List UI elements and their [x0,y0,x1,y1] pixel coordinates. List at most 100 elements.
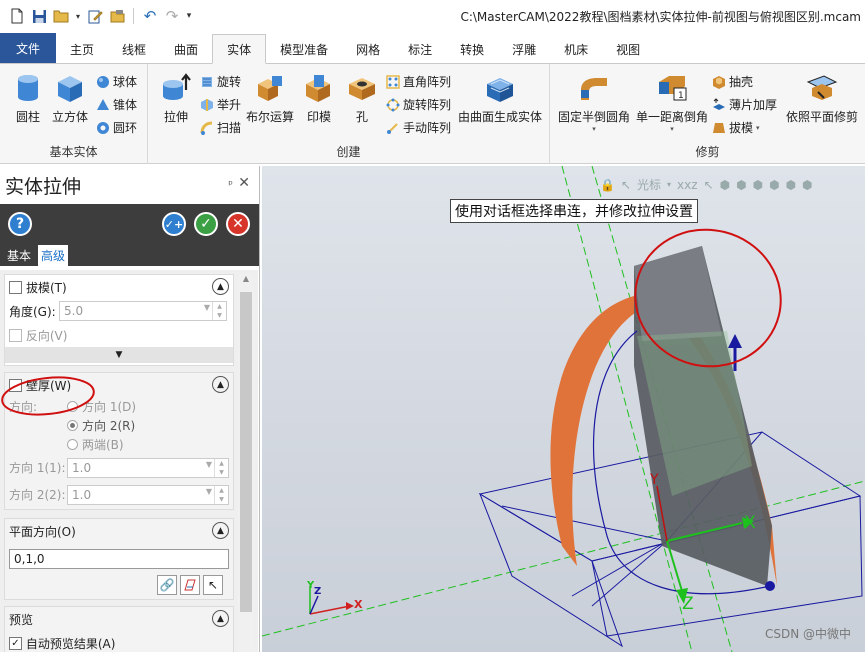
redo-icon[interactable]: ↷ [163,7,181,25]
chamfer-dropdown-icon[interactable]: ▾ [670,125,674,133]
triad-z-label: Z [314,586,322,597]
trim-plane-icon [806,75,838,100]
revolve-button[interactable]: 旋转 [200,73,241,90]
imprint-button[interactable]: 印模 [303,72,335,125]
dropdown-arrow-icon[interactable]: ▾ [74,7,82,25]
cursor-dropdown-icon[interactable]: ▾ [667,180,671,189]
cursor-mode-label[interactable]: 光标 [637,176,661,193]
loft-button[interactable]: 举升 [200,96,241,113]
folder-settings-icon[interactable] [108,7,126,25]
tab-model-prep[interactable]: 模型准备 [266,35,342,63]
cursor-icon[interactable]: ↖ [621,178,631,192]
fixed-fillet-button[interactable]: 固定半倒圆角 ▾ [558,72,630,133]
pin-icon[interactable]: ᵖ [228,178,233,191]
edit-icon[interactable] [86,7,104,25]
solid-filter-icon-3[interactable]: ⬢ [753,178,763,192]
help-button[interactable]: ? [8,212,32,236]
link-icon[interactable]: 🔗 [157,575,177,595]
tab-mesh[interactable]: 网格 [342,35,394,63]
collapse-wall-icon[interactable]: ▲ [212,376,229,393]
fillet-dropdown-icon[interactable]: ▾ [592,125,596,133]
solid-from-surface-button[interactable]: 由曲面生成实体 [458,72,542,125]
tab-transform[interactable]: 转换 [446,35,498,63]
rotary-array-icon [386,98,400,111]
boolean-button[interactable]: 布尔运算 [246,72,294,125]
sphere-button[interactable]: 球体 [96,73,137,90]
tab-drafting[interactable]: 标注 [394,35,446,63]
tab-surfaces[interactable]: 曲面 [160,35,212,63]
solid-filter-icon-1[interactable]: ⬢ [720,178,730,192]
triad-z-line [309,595,319,615]
tab-solids[interactable]: 实体 [212,34,267,64]
close-icon[interactable]: ✕ [238,175,250,191]
tab-machine[interactable]: 机床 [550,35,602,63]
tab-wireframe[interactable]: 线框 [108,35,160,63]
expand-draft-bar[interactable]: ▼ [5,347,233,363]
new-file-icon[interactable] [8,7,26,25]
extrude-button[interactable]: 拉伸 [160,72,192,125]
auto-preview-checkbox[interactable]: ✓ [9,636,22,650]
scroll-up-icon[interactable]: ▲ [238,274,254,290]
ok-and-create-button[interactable]: ✓+ [162,212,186,236]
reverse-checkbox[interactable] [9,328,22,342]
cone-button[interactable]: 锥体 [96,96,137,113]
collapse-preview-icon[interactable]: ▲ [212,610,229,627]
undo-icon[interactable]: ↶ [141,7,159,25]
solid-filter-icon-2[interactable]: ⬢ [736,178,746,192]
preview-section: 预览 ▲ ✓ 自动预览结果(A) [4,606,234,652]
angle-dropdown-icon[interactable]: ▼ [204,303,210,312]
hole-icon [349,78,375,100]
rotary-array-button[interactable]: 旋转阵列 [386,96,451,113]
open-folder-icon[interactable] [52,7,70,25]
ok-button[interactable]: ✓ [194,212,218,236]
draft-dropdown-icon[interactable]: ▾ [756,124,760,132]
draft-button[interactable]: 拔模 ▾ [712,119,760,136]
panel-scrollbar[interactable]: ▲ [238,274,254,652]
hole-button[interactable]: 孔 [346,72,378,125]
dir2-spinner-icon[interactable]: ▲ ▼ [214,486,228,504]
both-radio[interactable] [67,439,78,450]
tab-relief[interactable]: 浮雕 [498,35,550,63]
tab-basic[interactable]: 基本 [4,245,34,266]
lock-icon[interactable]: 🔒 [600,178,615,192]
solid-filter-icon-4[interactable]: ⬢ [769,178,779,192]
trim-to-plane-button[interactable]: 依照平面修剪 [786,72,858,125]
draft-checkbox[interactable] [9,280,22,294]
save-icon[interactable] [30,7,48,25]
select-cursor-icon[interactable]: ↖ [203,575,223,595]
plane-edit-icon[interactable] [180,575,200,595]
dir2-dropdown-icon[interactable]: ▼ [206,487,212,496]
collapse-plane-icon[interactable]: ▲ [212,522,229,539]
xyz-label[interactable]: xxz [677,178,698,192]
dir1-thickness-input[interactable]: 1.0 ▼ ▲ ▼ [67,458,229,478]
rect-array-button[interactable]: 直角阵列 [386,73,451,90]
cancel-button[interactable]: ✕ [226,212,250,236]
dir2-thickness-input[interactable]: 1.0 ▼ ▲ ▼ [67,485,229,505]
select-icon[interactable]: ↖ [704,178,714,192]
direction-arrow-head [728,334,742,348]
torus-button[interactable]: 圆环 [96,119,137,136]
cylinder-button[interactable]: 圆柱 [12,72,44,125]
draft-angle-input[interactable]: 5.0 ▼ ▲ ▼ [59,301,227,321]
scroll-thumb[interactable] [240,292,252,612]
dir1-dropdown-icon[interactable]: ▼ [206,460,212,469]
dir1-spinner-icon[interactable]: ▲ ▼ [214,459,228,477]
chamfer-button[interactable]: 1 单一距离倒角 ▾ [636,72,708,133]
tab-advanced[interactable]: 高级 [38,245,69,266]
solid-filter-icon-5[interactable]: ⬢ [786,178,796,192]
sweep-button[interactable]: 扫描 [200,119,241,136]
thicken-button[interactable]: 薄片加厚 [712,96,777,113]
plane-vector-input[interactable]: 0,1,0 [9,549,229,569]
manual-array-button[interactable]: 手动阵列 [386,119,451,136]
tab-file[interactable]: 文件 [0,33,57,63]
tab-home[interactable]: 主页 [56,35,108,63]
graphics-viewport[interactable]: 使用对话框选择串连，并修改拉伸设置 🔒 ↖ 光标 ▾ xxz ↖ ⬢ ⬢ ⬢ ⬢… [262,166,865,652]
shell-button[interactable]: 抽壳 [712,73,753,90]
customize-qat-icon[interactable]: ▾ [185,7,193,25]
plane-direction-section: 平面方向(O) ▲ 0,1,0 🔗 ↖ [4,518,234,600]
tab-view[interactable]: 视图 [602,35,654,63]
collapse-draft-icon[interactable]: ▲ [212,278,229,295]
cube-button[interactable]: 立方体 [52,72,88,125]
angle-spinner-icon[interactable]: ▲ ▼ [212,302,226,320]
solid-filter-icon-6[interactable]: ⬢ [802,178,812,192]
